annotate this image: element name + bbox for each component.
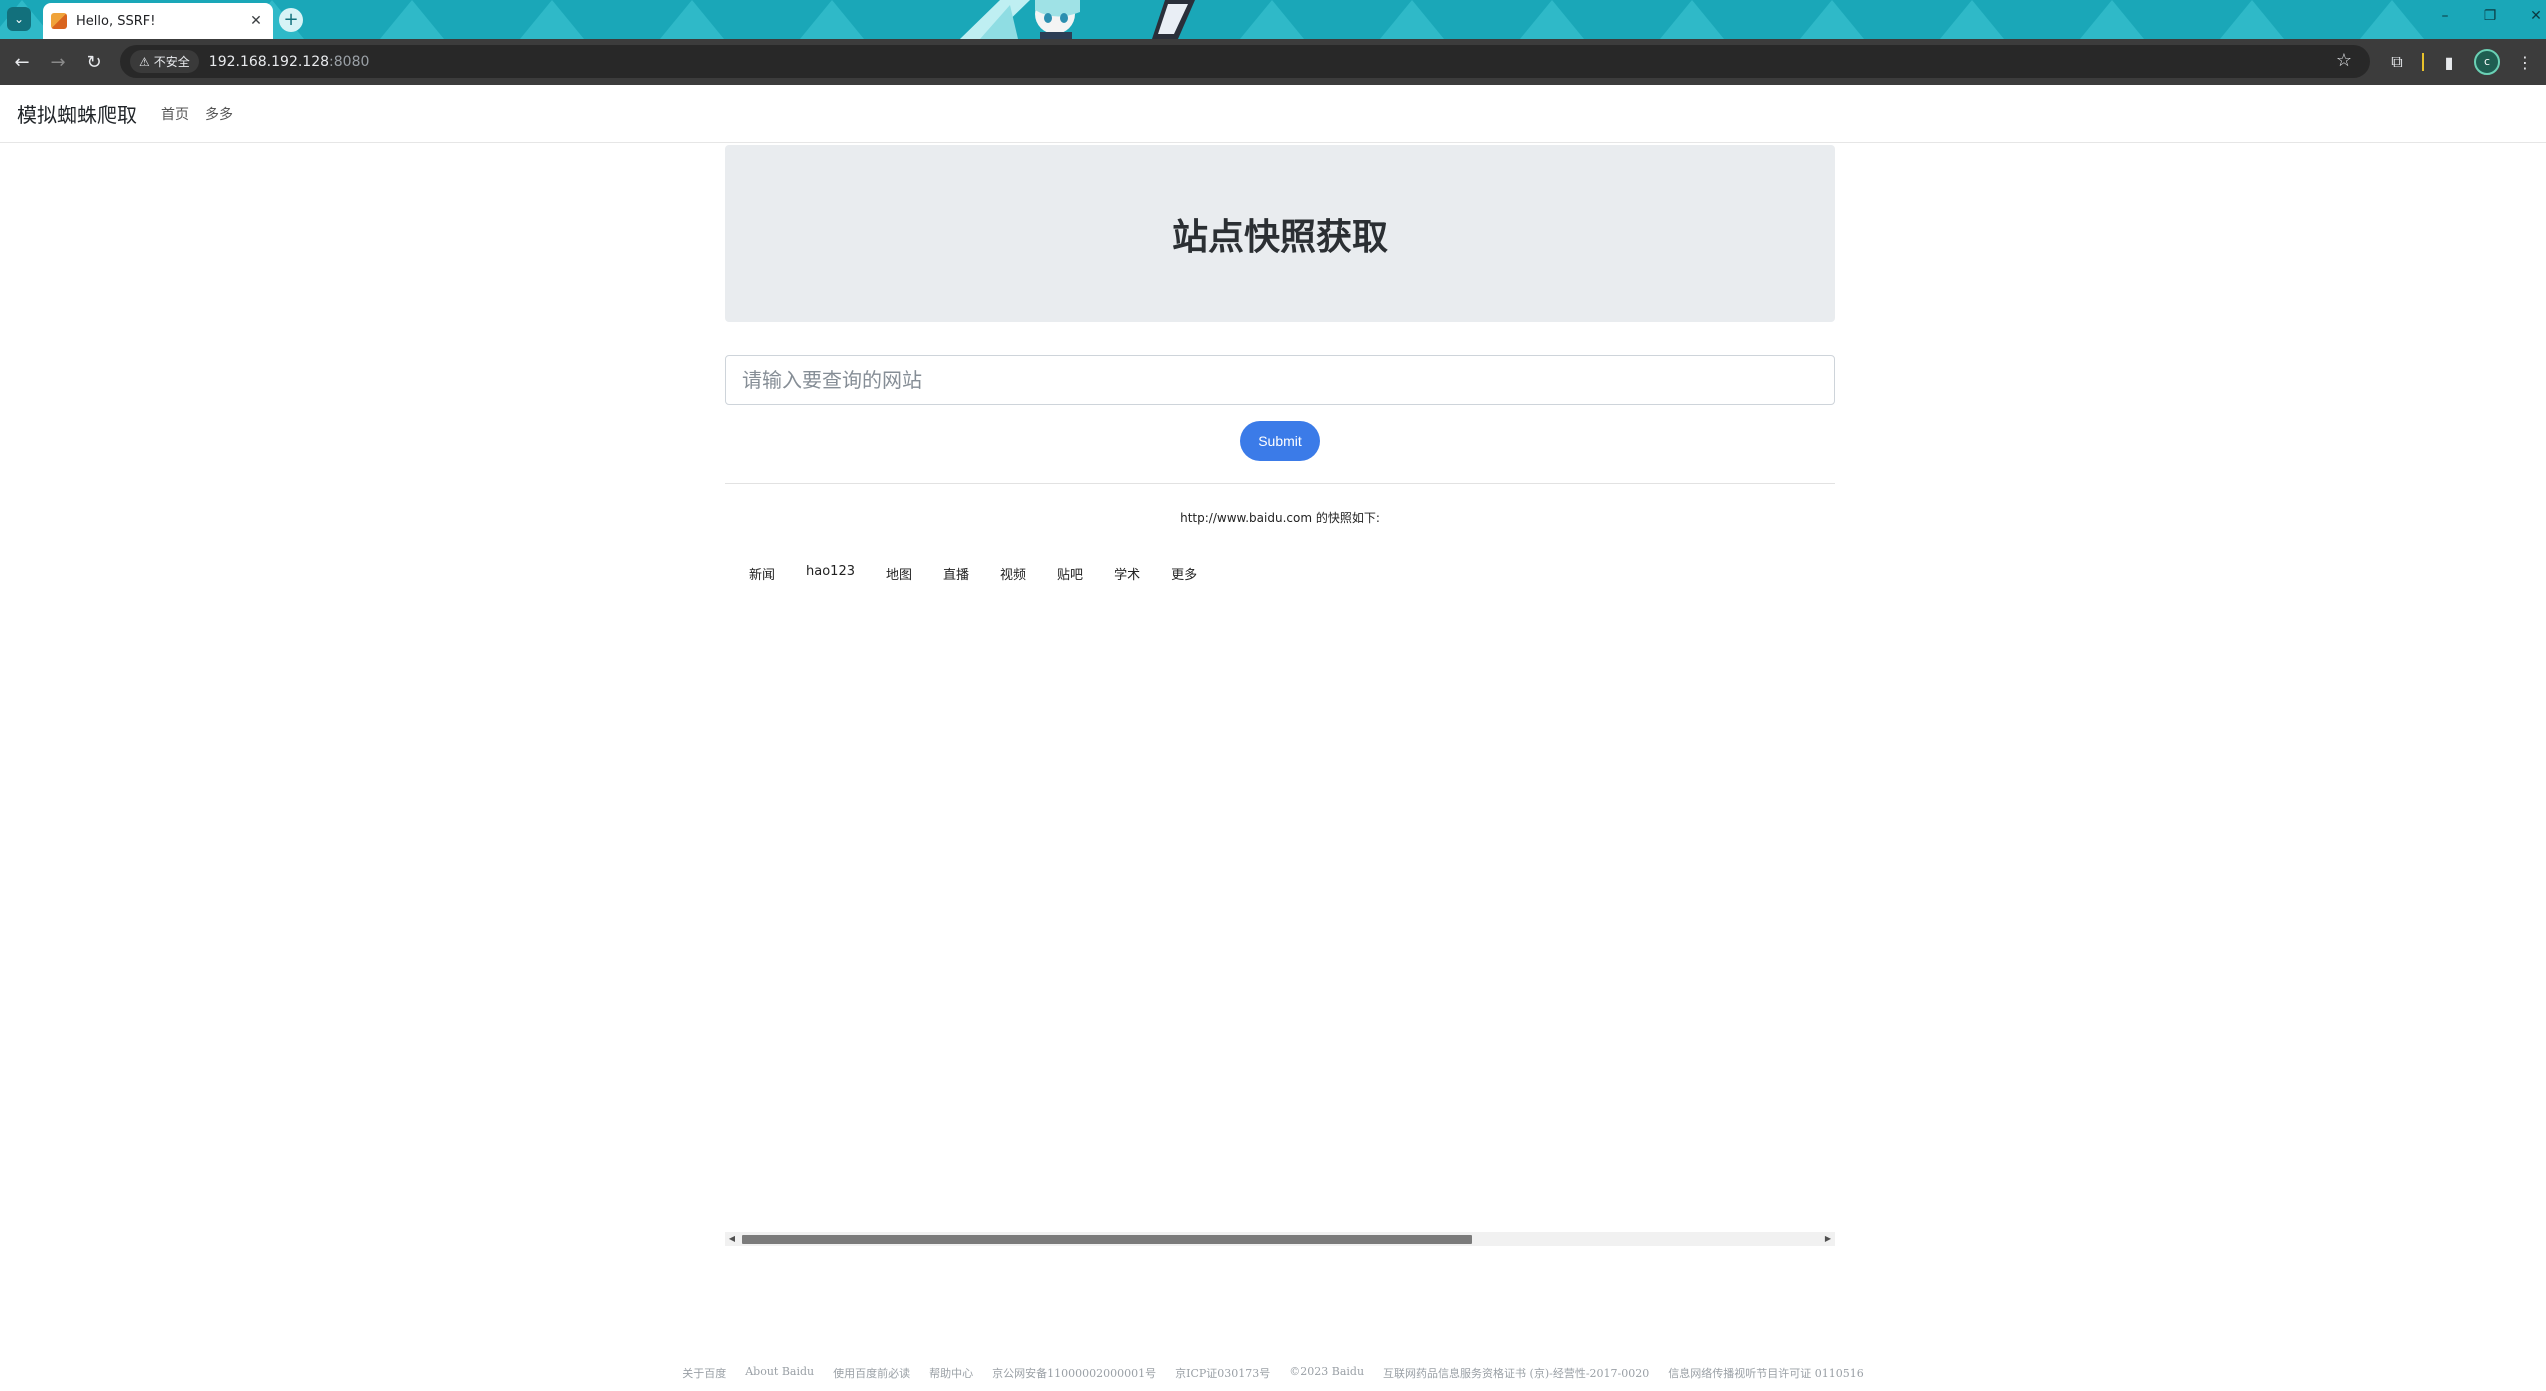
tabstrip-pattern bbox=[520, 0, 584, 39]
snapshot-nav-item[interactable]: 地图 bbox=[886, 564, 912, 583]
nav-link-home[interactable]: 首页 bbox=[161, 104, 189, 124]
snapshot-nav-item[interactable]: 新闻 bbox=[749, 564, 775, 583]
snapshot-nav-item[interactable]: 学术 bbox=[1114, 564, 1140, 583]
close-icon[interactable]: ✕ bbox=[247, 13, 265, 29]
horizontal-scrollbar[interactable]: ◀ ▶ bbox=[725, 1232, 1835, 1246]
sidepanel-icon[interactable]: ▮ bbox=[2438, 53, 2460, 72]
url-host: 192.168.192.128 bbox=[208, 53, 330, 70]
site-navbar: 模拟蜘蛛爬取 首页 多多 bbox=[0, 85, 2546, 143]
forward-icon[interactable]: → bbox=[40, 52, 76, 73]
scrollbar-thumb[interactable] bbox=[742, 1235, 1472, 1244]
snapshot-nav-item[interactable]: 更多 bbox=[1171, 564, 1197, 583]
submit-button[interactable]: Submit bbox=[1240, 421, 1320, 461]
browser-tab-active[interactable]: Hello, SSRF! ✕ bbox=[43, 3, 273, 39]
scroll-left-icon[interactable]: ◀ bbox=[725, 1232, 739, 1246]
address-bar[interactable]: ⚠ 不安全 192.168.192.128:8080 ☆ bbox=[120, 45, 2370, 78]
footer-link[interactable]: 使用百度前必读 bbox=[833, 1365, 910, 1381]
tabstrip-pattern bbox=[2080, 0, 2144, 39]
toolbar-separator bbox=[2422, 53, 2424, 71]
scroll-right-icon[interactable]: ▶ bbox=[1821, 1232, 1835, 1246]
reload-icon[interactable]: ↻ bbox=[76, 52, 112, 73]
footer-link[interactable]: 信息网络传播视听节目许可证 0110516 bbox=[1668, 1365, 1864, 1381]
snapshot-caption: http://www.baidu.com 的快照如下: bbox=[1180, 511, 1380, 525]
browser-toolbar: ← → ↻ ⚠ 不安全 192.168.192.128:8080 ☆ ⧉ ▮ c… bbox=[0, 39, 2546, 85]
browser-tabstrip: ⌄ Hello, SSRF! ✕ + – ❐ ✕ bbox=[0, 0, 2546, 39]
footer-link[interactable]: 京ICP证030173号 bbox=[1175, 1365, 1270, 1381]
star-icon[interactable]: ☆ bbox=[2336, 50, 2352, 71]
snapshot-nav-item[interactable]: hao123 bbox=[806, 564, 855, 583]
snapshot-nav-item[interactable]: 贴吧 bbox=[1057, 564, 1083, 583]
security-chip[interactable]: ⚠ 不安全 bbox=[130, 50, 199, 73]
footer-link[interactable]: 关于百度 bbox=[682, 1365, 726, 1381]
tabstrip-pattern bbox=[2220, 0, 2284, 39]
hero-banner: 站点快照获取 bbox=[725, 145, 1835, 322]
snapshot-iframe[interactable]: 新闻 hao123 地图 直播 视频 贴吧 学术 更多 ◀ ▶ bbox=[725, 540, 1835, 1246]
footer-link[interactable]: 帮助中心 bbox=[929, 1365, 973, 1381]
tabstrip-pattern bbox=[1520, 0, 1584, 39]
tabstrip-pattern bbox=[1380, 0, 1444, 39]
url-port: :8080 bbox=[329, 53, 370, 70]
extensions-icon[interactable]: ⧉ bbox=[2386, 52, 2408, 72]
site-brand[interactable]: 模拟蜘蛛爬取 bbox=[17, 99, 137, 128]
tab-title: Hello, SSRF! bbox=[76, 13, 156, 29]
restore-icon[interactable]: ❐ bbox=[2480, 8, 2500, 24]
tabstrip-pattern bbox=[1940, 0, 2004, 39]
snapshot-nav: 新闻 hao123 地图 直播 视频 贴吧 学术 更多 bbox=[749, 564, 1197, 583]
url-query-input[interactable] bbox=[725, 355, 1835, 405]
tabstrip-pattern bbox=[2360, 0, 2424, 39]
tabstrip-pattern bbox=[1660, 0, 1724, 39]
footer-link: ©2023 Baidu bbox=[1289, 1365, 1365, 1378]
footer-link[interactable]: 互联网药品信息服务资格证书 (京)-经营性-2017-0020 bbox=[1383, 1365, 1649, 1381]
section-divider bbox=[725, 483, 1835, 484]
tabstrip-pattern bbox=[1240, 0, 1304, 39]
url-text[interactable]: 192.168.192.128:8080 bbox=[209, 54, 370, 70]
avatar[interactable]: c bbox=[2474, 49, 2500, 75]
snapshot-nav-item[interactable]: 视频 bbox=[1000, 564, 1026, 583]
menu-icon[interactable]: ⋮ bbox=[2514, 53, 2536, 72]
footer-link[interactable]: 京公网安备11000002000001号 bbox=[992, 1365, 1156, 1381]
nav-link-more[interactable]: 多多 bbox=[205, 104, 233, 124]
web-page: 模拟蜘蛛爬取 首页 多多 站点快照获取 Submit http://www.ba… bbox=[0, 85, 2546, 1391]
warning-icon: ⚠ bbox=[139, 54, 150, 69]
tabstrip-pattern bbox=[660, 0, 724, 39]
anime-character-decoration bbox=[960, 0, 1195, 39]
tab-search-icon[interactable]: ⌄ bbox=[7, 7, 31, 31]
window-close-icon[interactable]: ✕ bbox=[2526, 8, 2546, 24]
page-title: 站点快照获取 bbox=[1171, 216, 1388, 258]
favicon-icon bbox=[51, 13, 67, 29]
tabstrip-pattern bbox=[1800, 0, 1864, 39]
snapshot-nav-item[interactable]: 直播 bbox=[943, 564, 969, 583]
tabstrip-pattern bbox=[380, 0, 444, 39]
security-label: 不安全 bbox=[153, 55, 190, 69]
new-tab-icon[interactable]: + bbox=[279, 8, 303, 32]
footer-link[interactable]: About Baidu bbox=[745, 1365, 814, 1381]
snapshot-footer: 关于百度 About Baidu 使用百度前必读 帮助中心 京公网安备11000… bbox=[0, 1365, 2546, 1381]
toolbar-right-actions: ⧉ ▮ c ⋮ bbox=[2386, 39, 2546, 85]
minimize-icon[interactable]: – bbox=[2435, 8, 2455, 24]
tabstrip-pattern bbox=[800, 0, 864, 39]
back-icon[interactable]: ← bbox=[4, 52, 40, 73]
